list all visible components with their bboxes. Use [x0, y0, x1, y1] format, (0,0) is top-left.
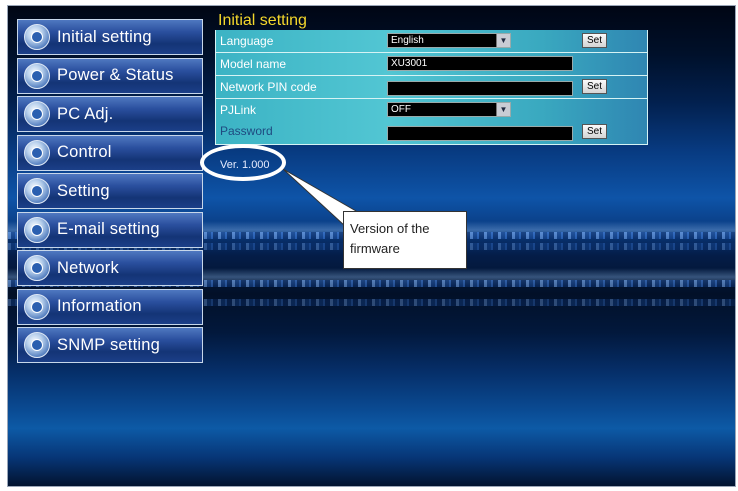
annotation-line: firmware: [350, 241, 400, 256]
version-highlight-ellipse: [200, 144, 286, 181]
annotation-callout: Version of the firmware: [343, 211, 467, 269]
annotation-line: Version of the: [350, 221, 430, 236]
